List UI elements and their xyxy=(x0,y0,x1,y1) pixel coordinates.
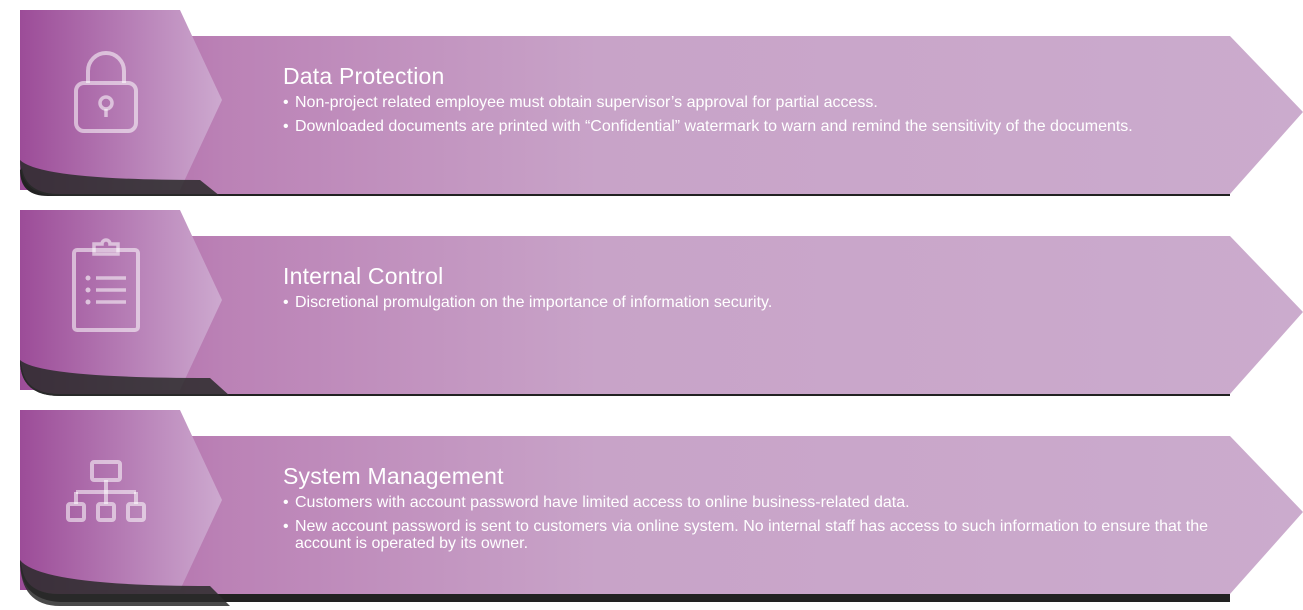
bullet-list: Discretional promulgation on the importa… xyxy=(283,294,1223,311)
bullet-item: Downloaded documents are printed with “C… xyxy=(283,118,1223,135)
section-data-protection: Data Protection Non-project related empl… xyxy=(0,10,1303,196)
section-content: Data Protection Non-project related empl… xyxy=(283,62,1223,142)
bullet-item: Discretional promulgation on the importa… xyxy=(283,294,1223,311)
clipboard-list-icon xyxy=(56,232,156,332)
section-title: System Management xyxy=(283,463,504,489)
section-system-management: System Management Customers with account… xyxy=(0,410,1303,610)
section-content: Internal Control Discretional promulgati… xyxy=(283,262,1223,318)
lock-icon xyxy=(56,45,156,145)
bullet-item: Non-project related employee must obtain… xyxy=(283,94,1223,111)
section-title: Internal Control xyxy=(283,263,444,289)
section-internal-control: Internal Control Discretional promulgati… xyxy=(0,210,1303,396)
hierarchy-icon xyxy=(56,448,156,548)
bullet-list: Customers with account password have lim… xyxy=(283,494,1223,552)
bullet-item: New account password is sent to customer… xyxy=(283,518,1223,552)
bullet-item: Customers with account password have lim… xyxy=(283,494,1223,511)
section-title: Data Protection xyxy=(283,63,445,89)
section-content: System Management Customers with account… xyxy=(283,462,1223,559)
bullet-list: Non-project related employee must obtain… xyxy=(283,94,1223,135)
